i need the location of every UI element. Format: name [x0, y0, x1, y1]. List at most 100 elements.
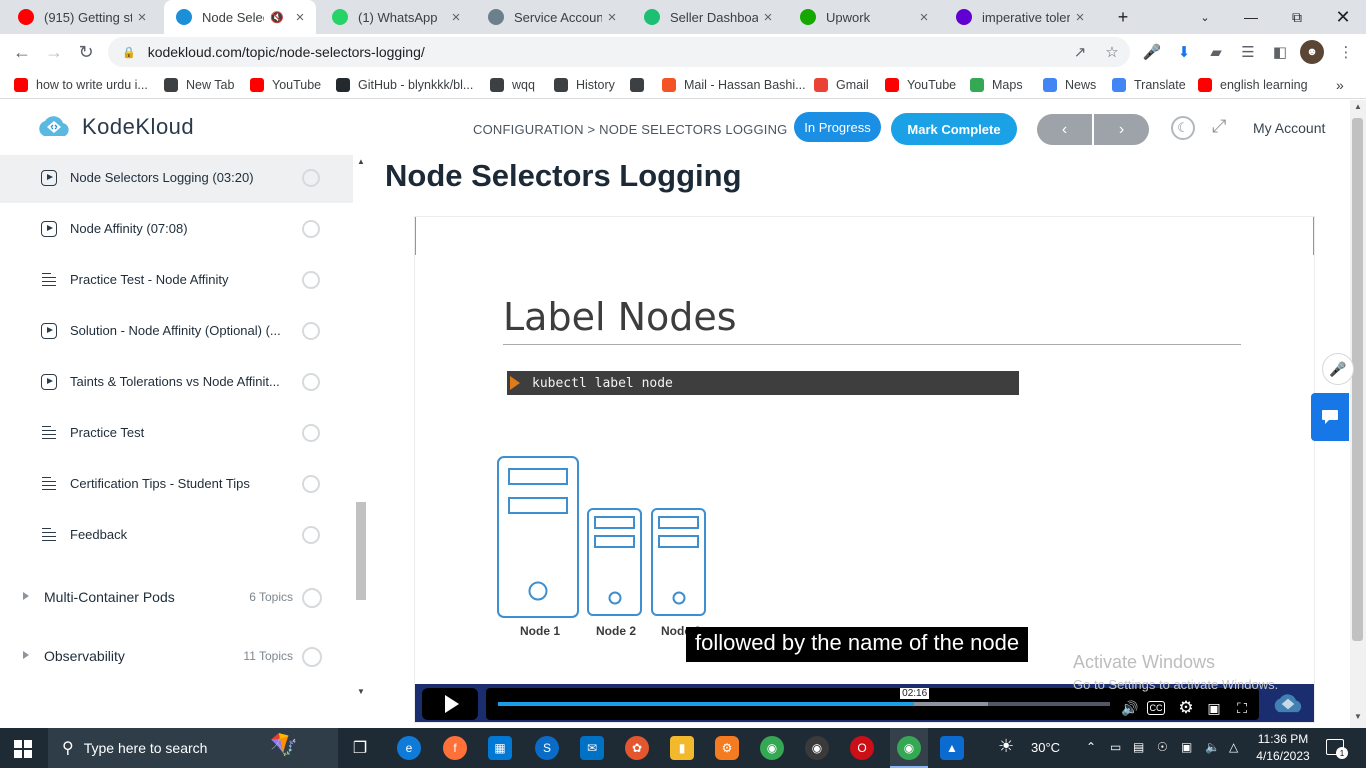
- completion-circle-icon[interactable]: [302, 321, 320, 340]
- close-tab-icon[interactable]: ×: [132, 9, 152, 26]
- tray-chevron-icon[interactable]: ⌃: [1086, 740, 1096, 754]
- media-control-icon[interactable]: ☰: [1236, 40, 1260, 64]
- next-lesson-button[interactable]: ›: [1094, 114, 1149, 145]
- completion-circle-icon[interactable]: [302, 588, 322, 608]
- wifi-icon[interactable]: △: [1229, 740, 1238, 754]
- taskbar-search-box[interactable]: ⚲ Type here to search 🪁: [48, 728, 338, 768]
- bookmark-star-icon[interactable]: ☆: [1100, 40, 1124, 64]
- volume-icon[interactable]: 🔊: [1119, 697, 1141, 719]
- tab-audio-icon[interactable]: 🔇: [270, 11, 284, 24]
- tab-7[interactable]: imperative tolera ×: [944, 0, 1096, 34]
- play-button[interactable]: [422, 688, 478, 720]
- settings-gear-icon[interactable]: ⚙: [1175, 697, 1197, 719]
- lesson-item[interactable]: Taints & Tolerations vs Node Affinit...: [0, 356, 353, 407]
- sidebar-scrollbar[interactable]: ▲ ▼: [353, 155, 369, 700]
- minimize-button[interactable]: —: [1228, 0, 1274, 34]
- expand-triangle-icon[interactable]: [23, 651, 29, 659]
- bookmark-item[interactable]: Mail - Hassan Bashi...: [662, 76, 806, 94]
- completion-circle-icon[interactable]: [302, 270, 320, 289]
- bookmark-item[interactable]: [630, 76, 652, 94]
- profile-avatar[interactable]: ☻: [1300, 40, 1324, 64]
- edge-icon[interactable]: e: [397, 736, 421, 760]
- photos-icon[interactable]: ▲: [940, 736, 964, 760]
- picture-in-picture-icon[interactable]: ▣: [1203, 697, 1225, 719]
- close-tab-icon[interactable]: ×: [914, 9, 934, 26]
- side-panel-icon[interactable]: ◧: [1268, 40, 1292, 64]
- close-tab-icon[interactable]: ×: [446, 9, 466, 26]
- completion-circle-icon[interactable]: [302, 372, 320, 391]
- bookmark-item[interactable]: GitHub - blynkkk/bl...: [336, 76, 473, 94]
- battery-icon[interactable]: ▭: [1110, 740, 1121, 754]
- breadcrumb[interactable]: CONFIGURATION > NODE SELECTORS LOGGING: [473, 122, 787, 137]
- previous-lesson-button[interactable]: ‹: [1037, 114, 1092, 145]
- close-tab-icon[interactable]: ×: [602, 9, 622, 26]
- task-view-icon[interactable]: ❐: [348, 736, 372, 760]
- close-tab-icon[interactable]: ×: [290, 9, 310, 26]
- new-tab-button[interactable]: +: [1100, 0, 1146, 34]
- voice-mic-button[interactable]: 🎤: [1322, 353, 1354, 385]
- completion-circle-icon[interactable]: [302, 647, 322, 667]
- bookmark-item[interactable]: Maps: [970, 76, 1023, 94]
- speaker-icon[interactable]: 🔈: [1205, 740, 1220, 754]
- share-icon[interactable]: ↗: [1068, 40, 1092, 64]
- bookmark-item[interactable]: New Tab: [164, 76, 234, 94]
- lesson-item[interactable]: Practice Test - Node Affinity: [0, 254, 353, 305]
- tab-6[interactable]: Upwork ×: [788, 0, 940, 34]
- bookmark-item[interactable]: News: [1043, 76, 1096, 94]
- bookmark-item[interactable]: how to write urdu i...: [14, 76, 148, 94]
- lesson-item[interactable]: Practice Test: [0, 407, 353, 458]
- file-explorer-icon[interactable]: ▮: [670, 736, 694, 760]
- download-extension-icon[interactable]: ⬇: [1172, 40, 1196, 64]
- chrome-active-icon[interactable]: ◉: [897, 736, 921, 760]
- lesson-item[interactable]: Certification Tips - Student Tips: [0, 458, 353, 509]
- more-bookmarks-icon[interactable]: »: [1336, 76, 1344, 94]
- mail-icon[interactable]: ✉: [580, 736, 604, 760]
- video-player[interactable]: Label Nodes kubectl label node Node 1 No…: [414, 216, 1315, 723]
- windows-start-icon[interactable]: [14, 740, 32, 758]
- close-tab-icon[interactable]: ×: [758, 9, 778, 26]
- kodekloud-logo[interactable]: KodeKloud: [34, 114, 194, 140]
- firefox-icon[interactable]: f: [443, 736, 467, 760]
- tab-5[interactable]: Seller Dashboard×: [632, 0, 784, 34]
- settings-app-icon[interactable]: ⚙: [715, 736, 739, 760]
- page-scroll-thumb[interactable]: [1352, 118, 1363, 641]
- bookmark-item[interactable]: Gmail: [814, 76, 869, 94]
- bookmark-item[interactable]: YouTube: [885, 76, 956, 94]
- completion-circle-icon[interactable]: [302, 474, 320, 493]
- browser-menu-icon[interactable]: ⋮: [1334, 40, 1358, 64]
- expand-triangle-icon[interactable]: [23, 592, 29, 600]
- bookmark-item[interactable]: english learning: [1198, 76, 1308, 94]
- lesson-item[interactable]: Node Selectors Logging (03:20): [0, 155, 353, 203]
- back-arrow-icon[interactable]: ←: [8, 38, 36, 66]
- course-section[interactable]: Observability 11 Topics: [0, 631, 353, 683]
- reload-icon[interactable]: ↻: [72, 38, 100, 66]
- close-window-button[interactable]: ✕: [1320, 0, 1366, 34]
- my-account-link[interactable]: My Account: [1253, 120, 1325, 136]
- weather-temp[interactable]: 30°C: [1031, 740, 1060, 755]
- opera-icon[interactable]: O: [850, 736, 874, 760]
- restore-button[interactable]: ⧉: [1274, 0, 1320, 34]
- clock[interactable]: 11:36 PM 4/16/2023: [1254, 732, 1312, 763]
- course-section[interactable]: Multi-Container Pods 6 Topics: [0, 572, 353, 624]
- bookmark-item[interactable]: wqq: [490, 76, 535, 94]
- closed-captions-icon[interactable]: CC: [1147, 701, 1165, 715]
- lesson-item[interactable]: Feedback: [0, 509, 353, 560]
- network-icon[interactable]: ▤: [1133, 740, 1144, 754]
- chat-feedback-button[interactable]: [1311, 393, 1349, 441]
- camera-app-icon[interactable]: ◉: [805, 736, 829, 760]
- usb-icon[interactable]: ☉: [1157, 740, 1168, 754]
- fullscreen-expand-icon[interactable]: ⤢: [1212, 116, 1226, 137]
- in-progress-badge[interactable]: In Progress: [794, 112, 881, 142]
- bookmark-item[interactable]: Translate: [1112, 76, 1186, 94]
- bookmark-item[interactable]: History: [554, 76, 615, 94]
- forward-arrow-icon[interactable]: →: [40, 38, 68, 66]
- address-bar[interactable]: 🔒 kodekloud.com/topic/node-selectors-log…: [108, 37, 1130, 67]
- completion-circle-icon[interactable]: [302, 423, 320, 442]
- extensions-puzzle-icon[interactable]: ▰: [1204, 40, 1228, 64]
- mark-complete-button[interactable]: Mark Complete: [891, 113, 1017, 145]
- store-icon[interactable]: ▦: [488, 736, 512, 760]
- tab-4[interactable]: Service Account ×: [476, 0, 628, 34]
- sidebar-scroll-thumb[interactable]: [356, 502, 366, 600]
- tab-2[interactable]: Node Selecto 🔇 ×: [164, 0, 316, 34]
- skype-icon[interactable]: S: [535, 736, 559, 760]
